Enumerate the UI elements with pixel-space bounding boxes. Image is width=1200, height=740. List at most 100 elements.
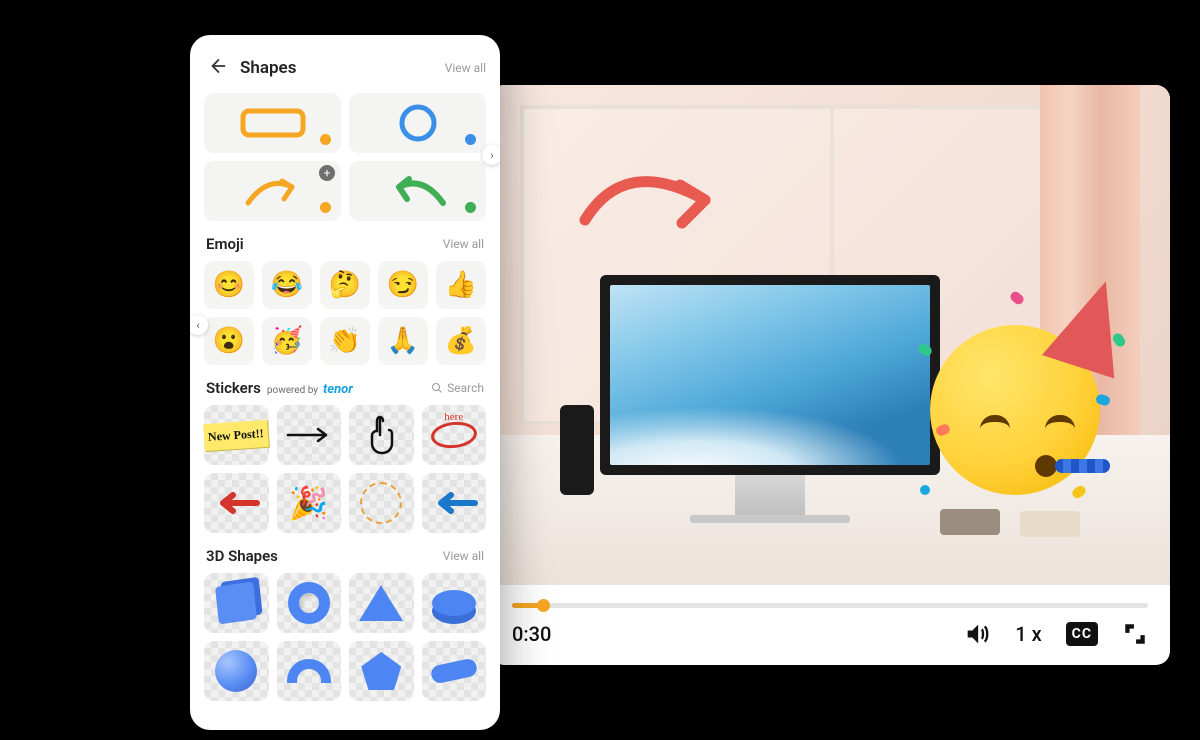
ellipse-icon [430, 420, 478, 451]
video-controls: 0:30 1 x CC [490, 585, 1170, 665]
progress-fill [512, 603, 544, 608]
sticker-arrow-left-red[interactable] [204, 473, 269, 533]
arrow-left-red-icon [211, 492, 261, 514]
party-popper-icon: 🎉 [289, 484, 329, 522]
speed-label: 1 x [1015, 622, 1041, 646]
progress-bar[interactable] [512, 603, 1148, 608]
3d-torus[interactable] [277, 573, 342, 633]
video-canvas[interactable] [490, 85, 1170, 585]
emoji-surprised[interactable]: 😮 [204, 317, 254, 365]
volume-button[interactable] [963, 620, 991, 648]
stickers-grid: New Post!! here 🎉 [204, 405, 486, 533]
shape-circle[interactable] [349, 93, 486, 153]
emoji-party[interactable]: 🥳 [262, 317, 312, 365]
shape-arrow-right[interactable]: + [204, 161, 341, 221]
shape-rectangle[interactable] [204, 93, 341, 153]
circle-icon [396, 101, 440, 145]
3d-cylinder[interactable] [422, 573, 487, 633]
pentagon-icon [361, 652, 401, 690]
emoji-smirk[interactable]: 😏 [378, 261, 428, 309]
arrow-curved-left-icon [383, 169, 453, 213]
sticker-arrow-left-blue[interactable] [422, 473, 487, 533]
emoji-clap[interactable]: 👏 [320, 317, 370, 365]
arrow-left-blue-icon [429, 492, 479, 514]
sticker-dashed-circle[interactable] [349, 473, 414, 533]
3d-cone[interactable] [349, 573, 414, 633]
cone-icon [359, 585, 403, 621]
fullscreen-button[interactable] [1122, 621, 1148, 647]
color-dot-icon [320, 202, 331, 213]
curve-icon [429, 657, 478, 684]
view-all-link[interactable]: View all [445, 61, 486, 75]
scene-accessory [940, 509, 1000, 535]
pointing-hand-icon [364, 413, 398, 457]
3d-pentagon[interactable] [349, 641, 414, 701]
emoji-thumbs-up[interactable]: 👍 [436, 261, 486, 309]
section-title: Emoji [206, 235, 244, 253]
arrow-right-icon [284, 425, 334, 445]
chevron-left-icon: ‹ [196, 319, 199, 332]
scene-monitor [600, 275, 940, 515]
section-title: Stickers [206, 379, 261, 397]
emoji-grid: 😊 😂 🤔 😏 👍 😮 🥳 👏 🙏 💰 [204, 261, 486, 365]
panel-title: Shapes [240, 58, 435, 78]
stickers-panel: Shapes View all + › Emoji View all 😊 😂 [190, 35, 500, 730]
sticker-party-popper[interactable]: 🎉 [277, 473, 342, 533]
dashed-circle-icon [360, 482, 402, 524]
arrow-annotation-icon[interactable] [570, 145, 760, 285]
emoji-thinking[interactable]: 🤔 [320, 261, 370, 309]
captions-button[interactable]: CC [1066, 622, 1098, 646]
sticker-new-post[interactable]: New Post!! [204, 405, 269, 465]
cube-icon [215, 582, 257, 625]
fullscreen-icon [1122, 621, 1148, 647]
rectangle-icon [238, 105, 308, 141]
shapes-next-button[interactable]: › [482, 145, 500, 165]
search-icon [431, 382, 443, 394]
party-emoji-sticker[interactable] [910, 285, 1130, 505]
emoji-pray[interactable]: 🙏 [378, 317, 428, 365]
timestamp: 0:30 [512, 622, 551, 646]
scene-accessory [1020, 511, 1080, 537]
color-dot-icon [320, 134, 331, 145]
3d-shapes-grid [204, 573, 486, 701]
video-preview-window: 0:30 1 x CC [490, 85, 1170, 665]
tenor-logo: tenor [323, 382, 353, 397]
plus-badge-icon: + [319, 165, 335, 181]
sticker-pointing-hand[interactable] [349, 405, 414, 465]
color-dot-icon [465, 134, 476, 145]
view-all-link[interactable]: View all [443, 549, 484, 563]
emoji-joy[interactable]: 😂 [262, 261, 312, 309]
back-button[interactable] [204, 53, 230, 83]
arc-icon [287, 659, 331, 683]
chevron-right-icon: › [490, 149, 493, 162]
emoji-section-header: Emoji View all [206, 235, 484, 253]
scene-phone [560, 405, 594, 495]
cylinder-icon [432, 590, 476, 616]
shape-arrow-left[interactable] [349, 161, 486, 221]
new-post-icon: New Post!! [204, 419, 269, 450]
3d-cube[interactable] [204, 573, 269, 633]
3d-sphere[interactable] [204, 641, 269, 701]
3d-shapes-section-header: 3D Shapes View all [206, 547, 484, 565]
view-all-link[interactable]: View all [443, 237, 484, 251]
stickers-search-button[interactable]: Search [431, 381, 484, 395]
powered-by-label: powered by tenor [267, 382, 353, 397]
cc-icon: CC [1066, 622, 1098, 646]
emoji-money[interactable]: 💰 [436, 317, 486, 365]
section-title: 3D Shapes [206, 547, 278, 565]
panel-header: Shapes View all [204, 53, 486, 83]
arrow-curved-right-icon [238, 169, 308, 213]
playback-speed-button[interactable]: 1 x [1015, 622, 1041, 646]
torus-icon [288, 582, 330, 624]
3d-curve[interactable] [422, 641, 487, 701]
arrow-left-icon [208, 57, 226, 75]
volume-icon [963, 620, 991, 648]
color-dot-icon [465, 202, 476, 213]
emoji-smile[interactable]: 😊 [204, 261, 254, 309]
stickers-section-header: Stickers powered by tenor Search [206, 379, 484, 397]
shapes-grid: + [204, 93, 486, 221]
sticker-arrow-right[interactable] [277, 405, 342, 465]
sphere-icon [215, 650, 257, 692]
sticker-here-circle[interactable]: here [422, 405, 487, 465]
3d-arc[interactable] [277, 641, 342, 701]
